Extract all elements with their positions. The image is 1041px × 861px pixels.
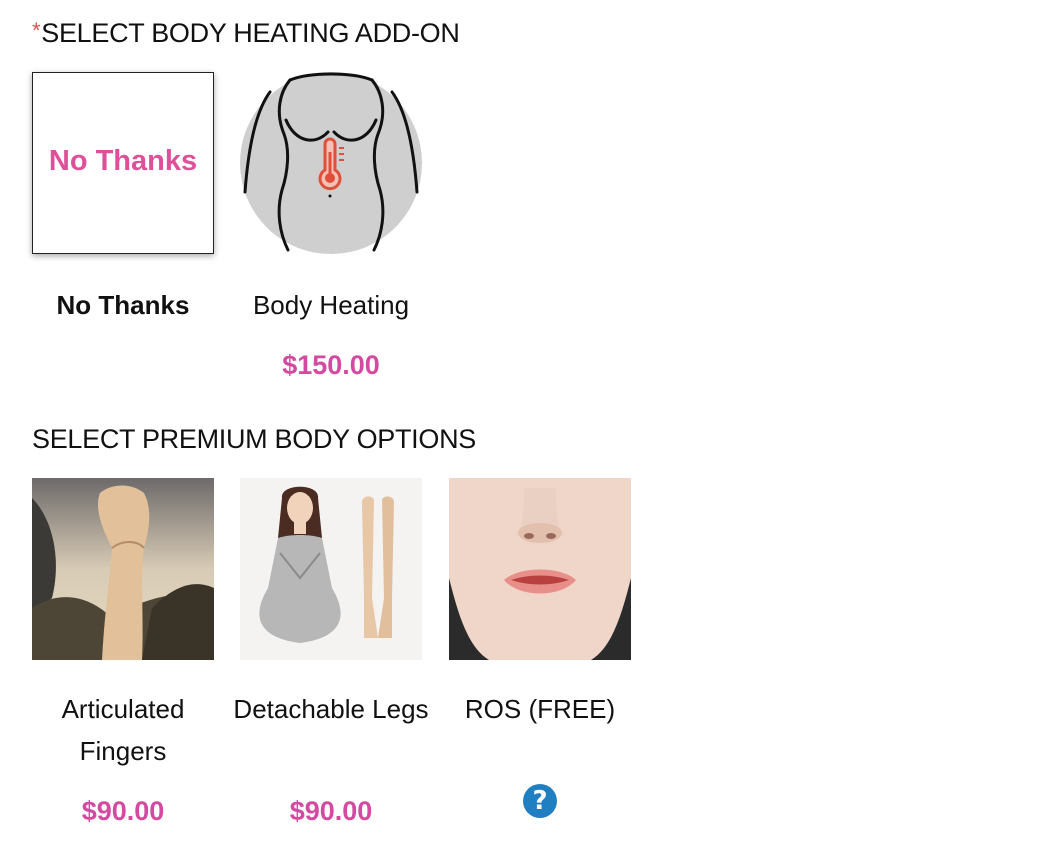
body-heating-price: $150.00: [282, 350, 380, 380]
detachable-legs-label: Detachable Legs: [233, 694, 429, 724]
detachable-legs-image: [240, 478, 422, 660]
no-thanks-thumb-text: No Thanks: [48, 145, 198, 177]
articulated-fingers-price: $90.00: [81, 796, 165, 826]
ros-image: [449, 478, 631, 660]
ros-label: ROS (FREE): [464, 694, 616, 724]
heating-title-text: SELECT BODY HEATING ADD-ON: [41, 18, 460, 48]
heating-section-title: *SELECT BODY HEATING ADD-ON: [32, 18, 460, 49]
help-icon[interactable]: ?: [523, 784, 557, 818]
articulated-fingers-thumbnail[interactable]: [32, 478, 214, 660]
no-thanks-thumbnail[interactable]: No Thanks: [32, 72, 214, 254]
premium-section-title: SELECT PREMIUM BODY OPTIONS: [32, 424, 476, 454]
body-heating-thumbnail[interactable]: [240, 72, 422, 254]
body-heating-label: Body Heating: [252, 290, 410, 320]
ros-thumbnail[interactable]: [449, 478, 631, 660]
body-heating-image: [240, 72, 422, 254]
required-mark: *: [32, 18, 41, 43]
detachable-legs-price: $90.00: [289, 796, 373, 826]
articulated-fingers-image: [32, 478, 214, 660]
no-thanks-label: No Thanks: [56, 290, 190, 320]
detachable-legs-thumbnail[interactable]: [240, 478, 422, 660]
articulated-fingers-label: Articulated Fingers: [61, 694, 185, 766]
